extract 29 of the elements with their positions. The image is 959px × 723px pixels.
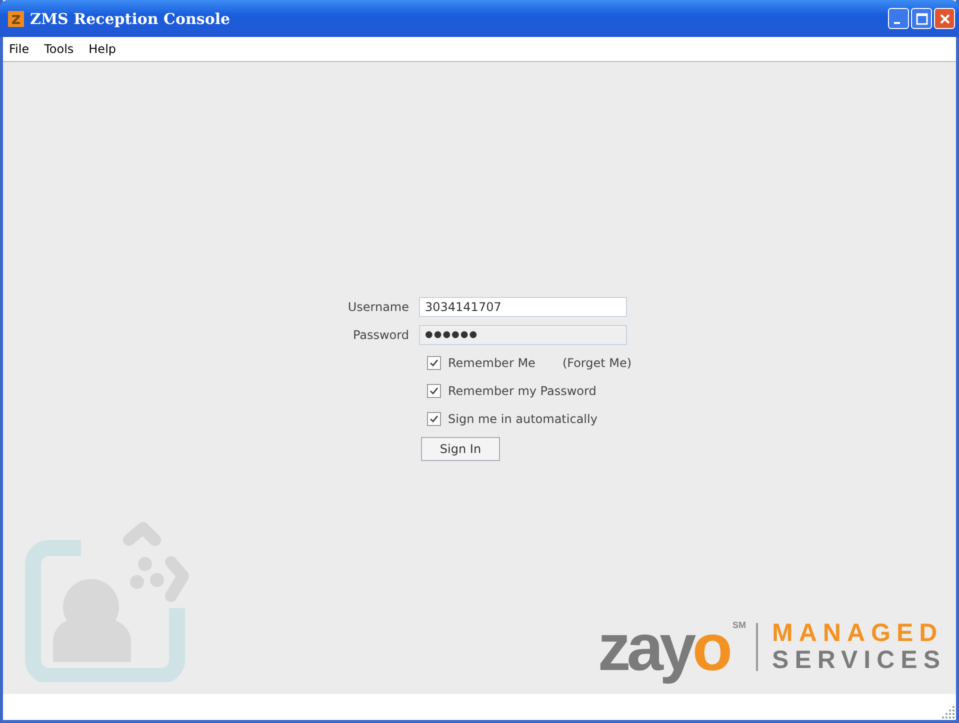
menu-item[interactable]: File bbox=[9, 42, 30, 56]
resize-grip-icon bbox=[942, 706, 956, 720]
checkmark-icon bbox=[429, 386, 439, 396]
maximize-button[interactable] bbox=[911, 8, 932, 29]
menu-item[interactable]: Help bbox=[88, 42, 116, 56]
window-title: ZMS Reception Console bbox=[30, 10, 230, 28]
forget-me-link[interactable]: (Forget Me) bbox=[562, 356, 632, 370]
checkbox-label[interactable]: Sign me in automatically bbox=[448, 412, 598, 426]
checkmark-icon bbox=[429, 414, 439, 424]
minimize-button[interactable] bbox=[888, 8, 909, 29]
checkbox-label[interactable]: Remember Me bbox=[448, 356, 536, 370]
checkbox[interactable] bbox=[427, 384, 441, 398]
checkmark-icon bbox=[429, 358, 439, 368]
app-logo-icon bbox=[8, 10, 24, 26]
managed-text: MANAGED bbox=[772, 620, 944, 647]
input-field[interactable]: 3034141707 bbox=[419, 297, 627, 317]
close-icon bbox=[938, 12, 950, 24]
checkbox[interactable] bbox=[427, 356, 441, 370]
checkbox[interactable] bbox=[427, 412, 441, 426]
service-mark: SM bbox=[732, 620, 746, 630]
maximize-icon bbox=[916, 12, 928, 24]
checkbox-label[interactable]: Remember my Password bbox=[448, 384, 596, 398]
field-label: Password bbox=[352, 328, 409, 342]
sign-in-button[interactable]: Sign In bbox=[421, 437, 500, 461]
close-button[interactable] bbox=[934, 8, 955, 29]
menu-item[interactable]: Tools bbox=[44, 42, 74, 56]
minimize-icon bbox=[894, 22, 900, 24]
services-text: SERVICES bbox=[772, 647, 946, 674]
field-label: Username bbox=[346, 300, 409, 314]
